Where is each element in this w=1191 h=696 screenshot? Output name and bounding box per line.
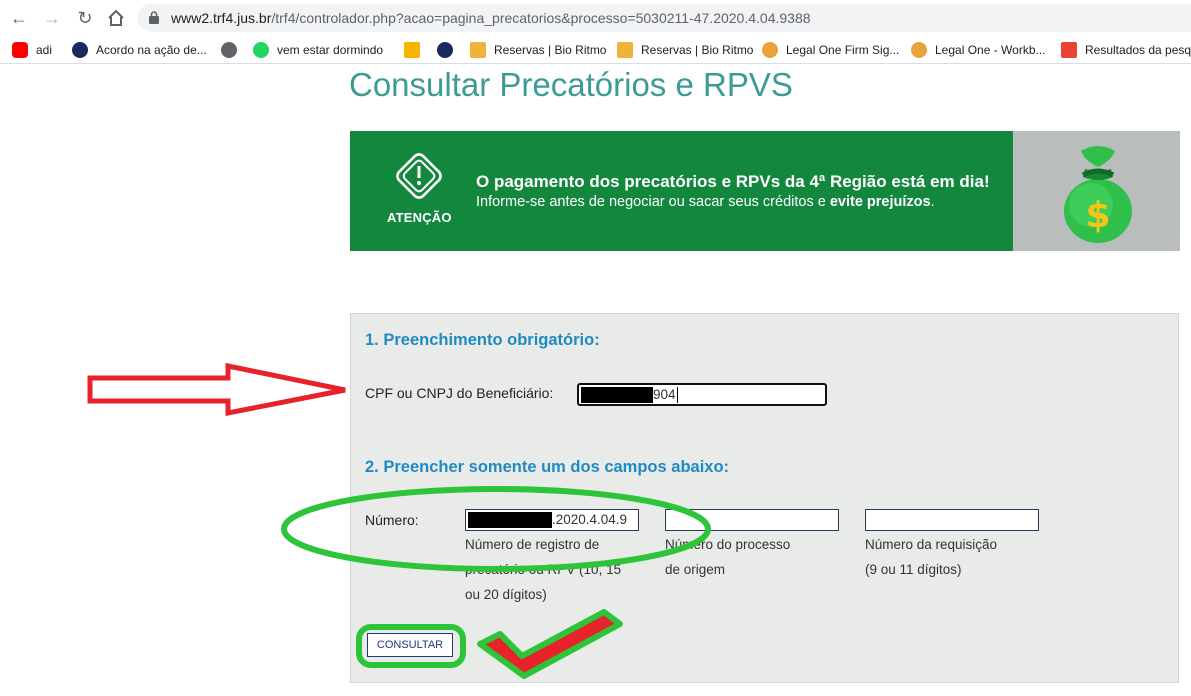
registro-value: .2020.4.04.9 xyxy=(552,512,628,527)
bookmark-label: Legal One - Workb... xyxy=(935,43,1046,57)
bookmark-item[interactable]: Resultados da pesq... xyxy=(1061,41,1191,59)
bookmark-label: Reservas | Bio Ritmo xyxy=(494,43,607,57)
red-arrow-annotation xyxy=(87,362,346,417)
whatsapp-icon xyxy=(253,42,269,58)
banner-subtext-prefix: Informe-se antes de negociar ou sacar se… xyxy=(476,194,830,210)
banner-headline: O pagamento dos precatórios e RPVs da 4ª… xyxy=(476,172,990,191)
text-cursor xyxy=(676,387,678,404)
hint-line: ou 20 dígitos) xyxy=(465,587,547,602)
bookmark-label: Acordo na ação de... xyxy=(96,43,207,57)
bookmark-item[interactable]: Acordo na ação de... xyxy=(72,41,207,59)
hint-processo: Número do processo de origem xyxy=(665,532,790,582)
hint-line: Número de registro de xyxy=(465,537,600,552)
court-seal-icon xyxy=(72,42,88,58)
page-title: Consultar Precatórios e RPVS xyxy=(349,66,793,103)
bookmark-label: vem estar dormindo xyxy=(277,43,384,57)
requisicao-input[interactable] xyxy=(865,509,1039,531)
legal-one-icon xyxy=(762,42,778,58)
section1-title: 1. Preenchimento obrigatório: xyxy=(365,331,600,349)
svg-text:$: $ xyxy=(1085,195,1110,236)
bookmark-item[interactable]: vem estar dormindo xyxy=(253,41,383,59)
hint-line: Número da requisição xyxy=(865,537,998,552)
bookmark-label: Legal One Firm Sig... xyxy=(786,43,900,57)
bookmark-label: Resultados da pesq... xyxy=(1085,43,1191,57)
globe-icon xyxy=(221,42,237,58)
court-seal-icon xyxy=(437,42,453,58)
bookmark-item[interactable]: Legal One - Workb... xyxy=(911,41,1046,59)
bookmark-item[interactable]: adi xyxy=(12,41,52,59)
redacted-block xyxy=(581,387,653,404)
hint-registro: Número de registro de precatório ou RPV … xyxy=(465,532,621,607)
url-text: www2.trf4.jus.br/trf4/controlador.php?ac… xyxy=(171,10,811,26)
forward-arrow-icon[interactable]: → xyxy=(42,8,62,28)
hint-line: precatório ou RPV (10, 15 xyxy=(465,562,622,577)
hint-line: de origem xyxy=(665,562,726,577)
bookmark-item[interactable]: Legal One Firm Sig... xyxy=(762,41,899,59)
bookmark-item[interactable] xyxy=(221,41,245,59)
bookmark-item[interactable] xyxy=(437,41,461,59)
money-bag-icon: $ xyxy=(1064,146,1132,243)
warning-diamond-icon xyxy=(396,153,442,199)
processo-input[interactable] xyxy=(665,509,839,531)
registro-input[interactable]: .2020.4.04.9 xyxy=(465,509,639,531)
numero-label: Número: xyxy=(365,512,419,528)
hint-requisicao: Número da requisição (9 ou 11 dígitos) xyxy=(865,532,997,582)
lock-icon xyxy=(149,11,159,24)
bookmark-label: adi xyxy=(36,43,53,57)
bookmark-label: Reservas | Bio Ritmo xyxy=(641,43,754,57)
banner-subtext: Informe-se antes de negociar ou sacar se… xyxy=(476,194,935,210)
youtube-icon xyxy=(12,42,28,58)
url-host: www2.trf4.jus.br xyxy=(171,10,272,26)
legal-one-icon xyxy=(911,42,927,58)
search-form: 1. Preenchimento obrigatório: CPF ou CNP… xyxy=(350,313,1179,683)
cpf-label: CPF ou CNPJ do Beneficiário: xyxy=(365,385,554,401)
back-arrow-icon[interactable]: ← xyxy=(9,8,29,28)
address-bar[interactable]: www2.trf4.jus.br/trf4/controlador.php?ac… xyxy=(137,4,1191,32)
fit-icon xyxy=(617,42,633,58)
browser-toolbar: ← → ↻ www2.trf4.jus.br/trf4/controlador.… xyxy=(0,0,1191,36)
banner-subtext-suffix: . xyxy=(930,194,935,210)
hint-line: Número do processo xyxy=(665,537,791,552)
alert-label: ATENÇÃO xyxy=(387,210,452,225)
bookmark-item[interactable] xyxy=(404,41,428,59)
hint-line: (9 ou 11 dígitos) xyxy=(865,562,962,577)
cpf-value: 904 xyxy=(653,387,676,402)
banner-image-area: $ xyxy=(1013,131,1180,251)
bookmark-item[interactable]: Reservas | Bio Ritmo xyxy=(617,41,753,59)
home-icon[interactable] xyxy=(106,8,126,28)
drive-icon xyxy=(404,42,420,58)
redacted-block xyxy=(468,512,552,529)
reload-icon[interactable]: ↻ xyxy=(75,8,95,28)
banner-subtext-bold: evite prejuízos xyxy=(829,194,931,210)
bookmark-item[interactable]: Reservas | Bio Ritmo xyxy=(470,41,606,59)
consultar-button[interactable]: CONSULTAR xyxy=(367,633,453,657)
fit-icon xyxy=(470,42,486,58)
cpf-input[interactable]: 904 xyxy=(577,383,827,406)
bookmarks-bar: adi Acordo na ação de... vem estar dormind… xyxy=(0,36,1191,64)
url-path: /trf4/controlador.php?acao=pagina_precat… xyxy=(271,10,811,26)
alert-banner: ATENÇÃO O pagamento dos precatórios e RP… xyxy=(350,131,1180,251)
gmail-icon xyxy=(1061,42,1077,58)
section2-title: 2. Preencher somente um dos campos abaix… xyxy=(365,458,730,476)
